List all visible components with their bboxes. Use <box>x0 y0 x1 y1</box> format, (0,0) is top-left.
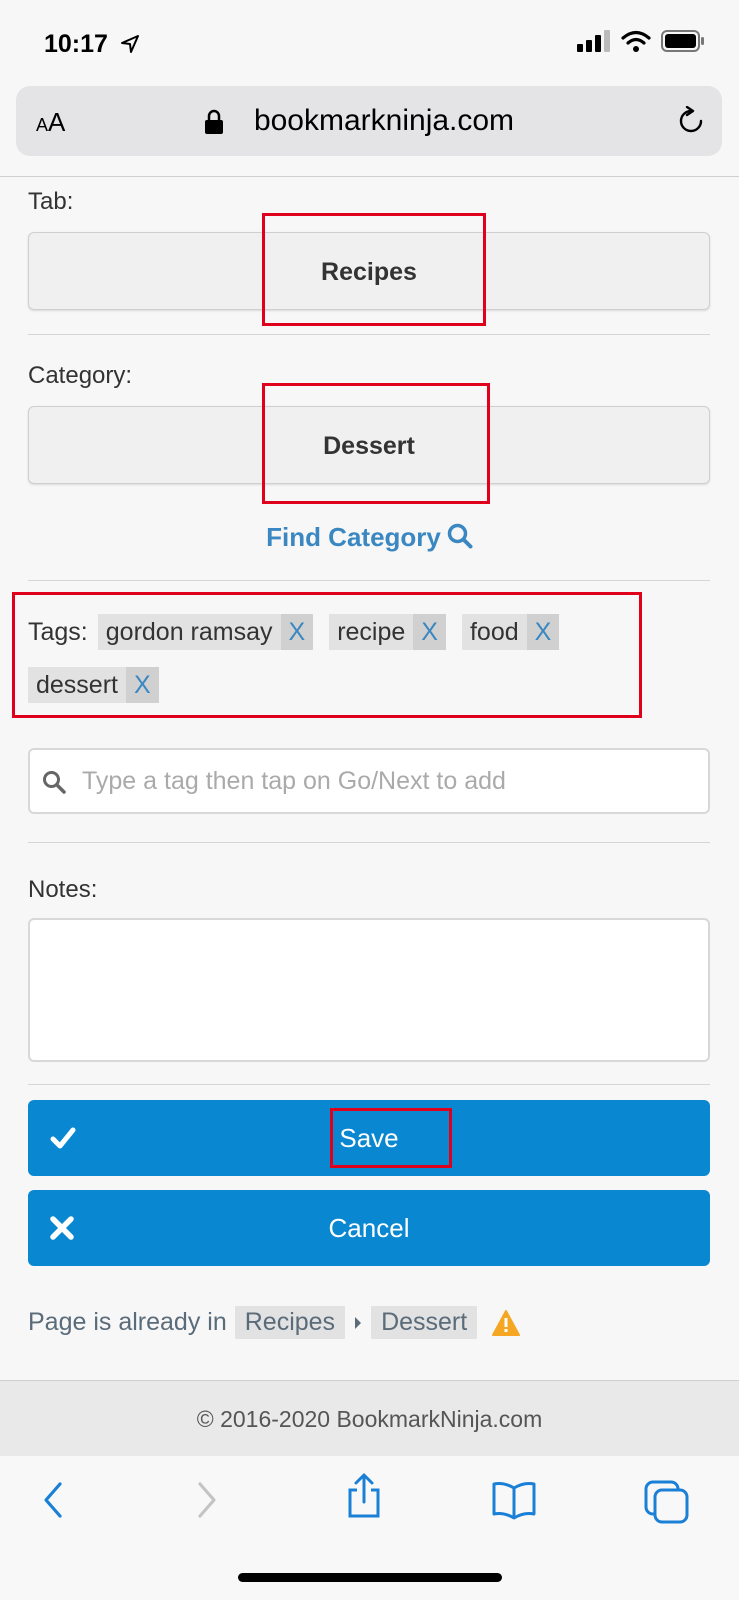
tag-input[interactable]: Type a tag then tap on Go/Next to add <box>28 748 710 814</box>
category-label: Category: <box>28 362 133 389</box>
tag-input-placeholder: Type a tag then tap on Go/Next to add <box>82 767 506 795</box>
divider <box>28 334 710 335</box>
divider <box>28 1084 710 1085</box>
header-divider <box>0 176 739 177</box>
tabs-icon[interactable] <box>644 1480 690 1524</box>
back-icon[interactable] <box>38 1480 68 1520</box>
find-category-link[interactable]: Find Category <box>0 522 739 553</box>
tags-highlight-box <box>12 592 642 718</box>
category-highlight-box <box>262 383 490 504</box>
status-icons <box>577 30 705 52</box>
divider <box>28 580 710 581</box>
location-arrow-icon <box>121 35 139 53</box>
tab-highlight-box <box>262 213 486 326</box>
address-bar[interactable]: AA bookmarkninja.com <box>16 86 722 156</box>
notes-textarea[interactable] <box>28 918 710 1062</box>
footer-copyright: © 2016-2020 BookmarkNinja.com <box>0 1380 739 1456</box>
already-saved-notice: Page is already in Recipes Dessert <box>28 1306 521 1339</box>
reload-icon[interactable] <box>676 106 706 136</box>
forward-icon[interactable] <box>192 1480 222 1520</box>
checkmark-icon <box>50 1127 76 1149</box>
close-icon <box>50 1216 74 1240</box>
url-text: bookmarkninja.com <box>253 104 515 137</box>
battery-icon <box>661 30 704 52</box>
notes-label: Notes: <box>28 876 98 903</box>
breadcrumb-category: Dessert <box>371 1306 478 1339</box>
wifi-icon <box>621 30 651 52</box>
cellular-signal-icon <box>577 30 610 52</box>
search-icon <box>447 523 473 549</box>
bookmarks-icon[interactable] <box>490 1480 538 1520</box>
caret-right-icon <box>355 1316 362 1329</box>
tab-label: Tab: <box>28 188 74 215</box>
search-icon <box>43 771 66 794</box>
save-highlight-box <box>330 1108 452 1168</box>
share-icon[interactable] <box>344 1472 384 1520</box>
status-time: 10:17 <box>44 30 108 58</box>
home-indicator <box>238 1573 502 1582</box>
breadcrumb-tab: Recipes <box>234 1306 346 1339</box>
warning-icon <box>492 1309 521 1336</box>
cancel-button[interactable]: Cancel <box>28 1190 710 1266</box>
divider <box>28 842 710 843</box>
